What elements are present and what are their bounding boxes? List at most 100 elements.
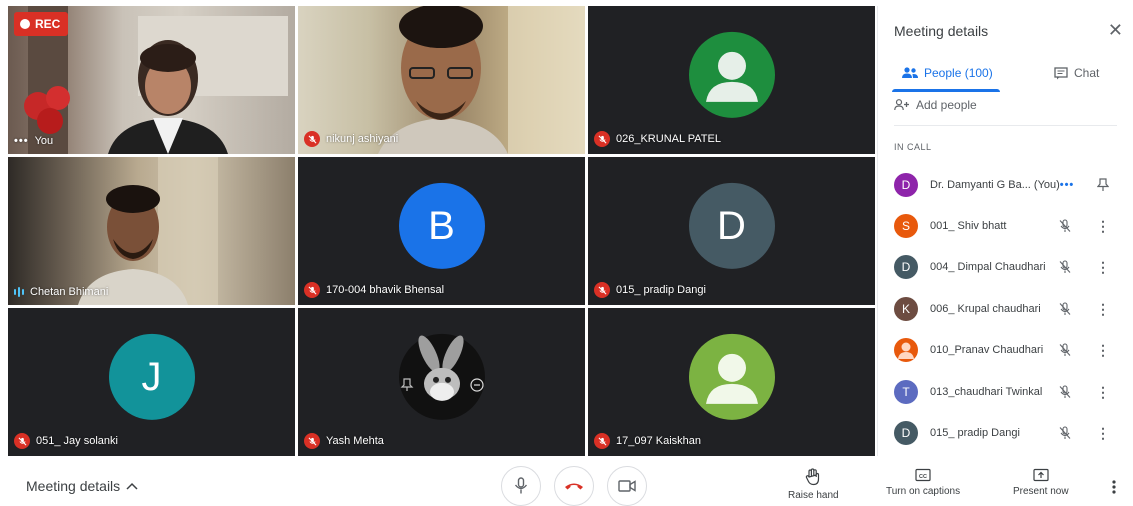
tab-people[interactable]: People (100) bbox=[902, 54, 993, 92]
participant-name: 010_Pranav Chaudhari bbox=[930, 344, 1044, 357]
camera-button[interactable] bbox=[607, 466, 647, 506]
cartoon-rabbit-icon bbox=[417, 335, 464, 401]
people-icon bbox=[902, 67, 918, 78]
participant-row[interactable]: K 006_ Krupal chaudhari ⋮ bbox=[878, 288, 1133, 329]
mic-off-icon[interactable] bbox=[1056, 424, 1074, 442]
tab-chat[interactable]: Chat bbox=[1054, 54, 1099, 92]
participant-row[interactable]: S 001_ Shiv bhatt ⋮ bbox=[878, 205, 1133, 246]
avatar-initial: D bbox=[901, 260, 911, 275]
tile-participant-name: 051_ Jay solanki bbox=[36, 435, 118, 447]
captions-button[interactable]: CC Turn on captions bbox=[886, 468, 960, 497]
chevron-up-icon bbox=[126, 482, 138, 490]
add-people-button[interactable]: Add people bbox=[894, 98, 977, 112]
participant-avatar bbox=[688, 333, 775, 420]
participant-name: 006_ Krupal chaudhari bbox=[930, 302, 1041, 315]
participant-row[interactable]: 010_Pranav Chaudhari ⋮ bbox=[878, 330, 1133, 371]
mic-off-icon bbox=[14, 433, 30, 449]
video-tile-nikunj[interactable]: nikunj ashiyani bbox=[298, 6, 585, 154]
participant-avatar: T bbox=[894, 379, 918, 404]
hangup-icon bbox=[565, 483, 583, 490]
video-tile-kaiskhan[interactable]: 17_097 Kaiskhan bbox=[588, 308, 875, 456]
tab-chat-label: Chat bbox=[1074, 66, 1100, 80]
tile-name-row: 026_KRUNAL PATEL bbox=[594, 131, 721, 147]
record-dot-icon bbox=[20, 19, 30, 29]
panel-divider bbox=[894, 125, 1117, 126]
mic-off-icon[interactable] bbox=[1056, 258, 1074, 276]
leave-call-button[interactable] bbox=[554, 466, 594, 506]
present-now-button[interactable]: Present now bbox=[1013, 468, 1069, 497]
chat-icon bbox=[1054, 66, 1068, 79]
tile-name-row: Chetan Bhimani bbox=[14, 286, 108, 298]
mic-off-icon bbox=[594, 282, 610, 298]
participant-avatar: D bbox=[688, 182, 775, 269]
avatar-initial: D bbox=[901, 426, 911, 441]
mic-off-icon[interactable] bbox=[1056, 341, 1074, 359]
more-vert-icon[interactable]: ⋮ bbox=[1094, 341, 1112, 359]
person-silhouette-icon bbox=[705, 353, 758, 404]
avatar-initial: D bbox=[901, 177, 911, 192]
present-now-label: Present now bbox=[1013, 486, 1069, 497]
participant-avatar: K bbox=[894, 296, 918, 321]
video-tile-bhavik[interactable]: B 170-004 bhavik Bhensal bbox=[298, 157, 585, 305]
participant-row[interactable]: D Dr. Damyanti G Ba... (You) ••• bbox=[878, 164, 1133, 205]
tile-name-row: 015_ pradip Dangi bbox=[594, 282, 706, 298]
avatar-letter: D bbox=[717, 203, 746, 248]
mic-off-icon bbox=[594, 433, 610, 449]
mic-off-icon[interactable] bbox=[1056, 383, 1074, 401]
participant-avatar: D bbox=[894, 421, 918, 446]
more-vert-icon[interactable]: ⋮ bbox=[1094, 424, 1112, 442]
participant-avatar: S bbox=[894, 214, 918, 239]
avatar-letter: J bbox=[141, 354, 162, 399]
svg-text:CC: CC bbox=[919, 474, 927, 480]
add-person-icon bbox=[894, 99, 909, 111]
avatar-initial: K bbox=[901, 301, 910, 316]
participant-row[interactable]: D 004_ Dimpal Chaudhari ⋮ bbox=[878, 247, 1133, 288]
participant-row[interactable]: T 013_chaudhari Twinkal ⋮ bbox=[878, 371, 1133, 412]
more-vert-icon[interactable]: ⋮ bbox=[1094, 383, 1112, 401]
video-tile-jay[interactable]: J 051_ Jay solanki bbox=[8, 308, 295, 456]
participant-name: 013_chaudhari Twinkal bbox=[930, 385, 1043, 398]
add-people-label: Add people bbox=[916, 98, 977, 112]
participant-row[interactable]: D 015_ pradip Dangi ⋮ bbox=[878, 412, 1133, 453]
person-silhouette-icon bbox=[705, 51, 758, 102]
more-vert-icon[interactable]: ⋮ bbox=[1094, 258, 1112, 276]
more-options-icon[interactable] bbox=[1112, 480, 1116, 499]
mic-button[interactable] bbox=[501, 466, 541, 506]
more-dots-icon[interactable]: ••• bbox=[14, 135, 29, 147]
present-icon bbox=[1033, 468, 1049, 482]
tile-participant-name: 015_ pradip Dangi bbox=[616, 284, 706, 296]
mic-off-icon bbox=[304, 433, 320, 449]
video-tile-yash[interactable]: Yash Mehta bbox=[298, 308, 585, 456]
tile-participant-name: nikunj ashiyani bbox=[326, 133, 399, 145]
avatar-letter: B bbox=[428, 203, 455, 248]
close-icon[interactable]: ✕ bbox=[1108, 20, 1123, 41]
tile-participant-name: Yash Mehta bbox=[326, 435, 384, 447]
video-tile-krunal[interactable]: 026_KRUNAL PATEL bbox=[588, 6, 875, 154]
pin-icon[interactable] bbox=[1094, 176, 1112, 194]
in-call-heading: IN CALL bbox=[894, 142, 932, 152]
participant-name: 015_ pradip Dangi bbox=[930, 427, 1020, 440]
meeting-details-button[interactable]: Meeting details bbox=[26, 478, 138, 494]
participant-name: 001_ Shiv bhatt bbox=[930, 220, 1007, 233]
bottom-toolbar: Meeting details Raise hand CC Turn on ca… bbox=[0, 456, 1133, 506]
remove-icon[interactable] bbox=[470, 378, 486, 394]
captions-icon: CC bbox=[915, 468, 931, 482]
participant-avatar: B bbox=[398, 182, 485, 269]
participant-avatar: D bbox=[894, 255, 918, 280]
tile-participant-name: 17_097 Kaiskhan bbox=[616, 435, 702, 447]
more-dots-icon[interactable]: ••• bbox=[1058, 176, 1076, 194]
participant-avatar-image bbox=[398, 333, 485, 420]
hand-icon bbox=[806, 468, 820, 486]
avatar-initial: T bbox=[902, 384, 910, 399]
video-tile-you[interactable]: REC ••• You bbox=[8, 6, 295, 154]
more-vert-icon[interactable]: ⋮ bbox=[1094, 300, 1112, 318]
pin-icon[interactable] bbox=[400, 378, 416, 394]
tile-participant-name: 026_KRUNAL PATEL bbox=[616, 133, 721, 145]
video-tile-chetan[interactable]: Chetan Bhimani bbox=[8, 157, 295, 305]
video-tile-pradip[interactable]: D 015_ pradip Dangi bbox=[588, 157, 875, 305]
mic-off-icon[interactable] bbox=[1056, 300, 1074, 318]
more-vert-icon[interactable]: ⋮ bbox=[1094, 217, 1112, 235]
mic-off-icon[interactable] bbox=[1056, 217, 1074, 235]
tile-participant-name: Chetan Bhimani bbox=[30, 286, 109, 298]
raise-hand-button[interactable]: Raise hand bbox=[788, 468, 839, 501]
